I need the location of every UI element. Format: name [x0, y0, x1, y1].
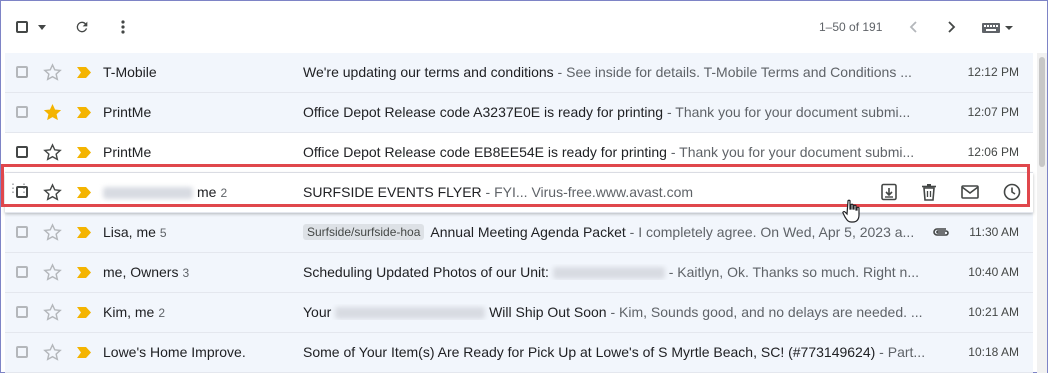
- star-outline-icon[interactable]: [43, 63, 62, 82]
- keyboard-icon[interactable]: [981, 22, 1015, 34]
- row-checkbox[interactable]: [16, 106, 28, 118]
- more-vert-icon[interactable]: [115, 18, 131, 36]
- subject: Office Depot Release code EB8EE54E is re…: [303, 144, 667, 160]
- thread-count: 5: [159, 226, 167, 240]
- timestamp: 12:12 PM: [967, 65, 1019, 79]
- email-row[interactable]: Kim, me 2 Your Will Ship Out Soon - Kim, …: [5, 293, 1033, 333]
- sender: T-Mobile: [103, 64, 157, 80]
- important-marker-icon[interactable]: [77, 267, 91, 278]
- row-checkbox[interactable]: [16, 66, 28, 78]
- thread-count: 2: [220, 186, 228, 200]
- pagination-count: 1–50 of 191: [819, 20, 883, 34]
- important-marker-icon[interactable]: [77, 307, 91, 318]
- archive-icon[interactable]: [881, 183, 897, 206]
- email-row[interactable]: me, Owners 3 Scheduling Updated Photos of…: [5, 253, 1033, 293]
- subject: We're updating our terms and conditions: [303, 64, 554, 80]
- star-outline-icon[interactable]: [43, 303, 62, 322]
- snippet: - See inside for details. T-Mobile Terms…: [553, 64, 912, 80]
- chevron-right-icon[interactable]: [945, 20, 959, 34]
- sender: Lowe's Home Improve.: [103, 344, 246, 360]
- refresh-icon[interactable]: [73, 18, 91, 36]
- timestamp: 10:18 AM: [968, 345, 1019, 359]
- sender: PrintMe: [103, 104, 152, 120]
- email-row[interactable]: PrintMe Office Depot Release code A3237E…: [5, 93, 1033, 133]
- email-row-hovered[interactable]: ⋮⋮ me 2 SURFSIDE EVENTS FLYER - FYI... Vi…: [5, 173, 1033, 213]
- sender: me, Owners 3: [103, 264, 190, 280]
- email-row[interactable]: Lisa, me 5 Surfside/surfside-hoa Annual Me…: [5, 213, 1033, 253]
- subject-line: Your Will Ship Out Soon - Kim, Sounds go…: [303, 304, 933, 320]
- scrollbar[interactable]: [1037, 53, 1047, 373]
- row-checkbox[interactable]: [16, 226, 28, 238]
- select-dropdown-caret-icon[interactable]: [37, 23, 47, 31]
- subject: Scheduling Updated Photos of our Unit:: [303, 264, 553, 280]
- label-chip[interactable]: Surfside/surfside-hoa: [303, 224, 425, 240]
- star-filled-icon[interactable]: [43, 103, 62, 122]
- star-outline-icon[interactable]: [43, 143, 62, 162]
- subject: Office Depot Release code A3237E0E is re…: [303, 104, 664, 120]
- toolbar: 1–50 of 191: [1, 1, 1047, 53]
- subject-line: Surfside/surfside-hoa Annual Meeting Agen…: [303, 224, 925, 241]
- snippet: - FYI... Virus-free.www.avast.com: [481, 184, 694, 200]
- timestamp: 12:06 PM: [967, 145, 1019, 159]
- snippet: - Thank you for your document submi...: [666, 144, 915, 160]
- email-row[interactable]: PrintMe Office Depot Release code EB8EE5…: [5, 133, 1033, 173]
- row-checkbox[interactable]: [16, 186, 28, 198]
- subject: Your: [303, 304, 336, 320]
- thread-count: 2: [158, 306, 166, 320]
- important-marker-icon[interactable]: [77, 107, 91, 118]
- important-marker-icon[interactable]: [77, 187, 91, 198]
- subject-line: SURFSIDE EVENTS FLYER - FYI... Virus-fre…: [303, 184, 863, 200]
- snippet: - Thank you for your document submi...: [663, 104, 911, 120]
- star-outline-icon[interactable]: [43, 183, 62, 202]
- row-checkbox[interactable]: [16, 306, 28, 318]
- snippet: - I completely agree. On Wed, Apr 5, 202…: [625, 224, 915, 240]
- row-checkbox[interactable]: [16, 266, 28, 278]
- important-marker-icon[interactable]: [77, 347, 91, 358]
- snippet: - Part...: [875, 344, 926, 360]
- timestamp: 11:30 AM: [969, 225, 1019, 239]
- hover-actions: [877, 183, 1027, 203]
- scrollbar-thumb[interactable]: [1039, 57, 1045, 167]
- timestamp: 10:21 AM: [968, 305, 1019, 319]
- hand-cursor-icon: [842, 199, 860, 223]
- attachment-icon[interactable]: [931, 225, 951, 239]
- important-marker-icon[interactable]: [77, 227, 91, 238]
- subject-line: Some of Your Item(s) Are Ready for Pick …: [303, 344, 933, 360]
- email-row[interactable]: Lowe's Home Improve. Some of Your Item(s…: [5, 333, 1033, 373]
- snippet: - Kaitlyn, Ok. Thanks so much. Right n..…: [664, 264, 920, 280]
- email-row[interactable]: T-Mobile We're updating our terms and co…: [5, 53, 1033, 93]
- star-outline-icon[interactable]: [43, 223, 62, 242]
- important-marker-icon[interactable]: [77, 67, 91, 78]
- subject-continued: Will Ship Out Soon: [485, 304, 607, 320]
- subject: Some of Your Item(s) Are Ready for Pick …: [303, 344, 876, 360]
- row-checkbox[interactable]: [16, 146, 28, 158]
- subject: SURFSIDE EVENTS FLYER: [303, 184, 482, 200]
- timestamp: 10:40 AM: [968, 265, 1019, 279]
- redacted-text: [552, 267, 665, 280]
- chevron-left-icon[interactable]: [906, 20, 920, 34]
- mark-unread-icon[interactable]: [961, 185, 979, 204]
- important-marker-icon[interactable]: [77, 147, 91, 158]
- sender: me 2: [103, 184, 227, 200]
- subject-line: We're updating our terms and conditions …: [303, 64, 933, 80]
- delete-icon[interactable]: [921, 183, 937, 206]
- redacted-text: [335, 307, 486, 320]
- sender: Kim, me 2: [103, 304, 166, 320]
- timestamp: 12:07 PM: [967, 105, 1019, 119]
- subject: Annual Meeting Agenda Packet: [430, 224, 626, 240]
- select-all-checkbox[interactable]: [15, 20, 29, 34]
- row-checkbox[interactable]: [16, 346, 28, 358]
- redacted-sender: [103, 187, 193, 200]
- snooze-icon[interactable]: [1003, 183, 1021, 206]
- star-outline-icon[interactable]: [43, 343, 62, 362]
- sender: PrintMe: [103, 144, 152, 160]
- sender: Lisa, me 5: [103, 224, 167, 240]
- snippet: - Kim, Sounds good, and no delays are ne…: [606, 304, 923, 320]
- subject-line: Office Depot Release code EB8EE54E is re…: [303, 144, 933, 160]
- subject-line: Office Depot Release code A3237E0E is re…: [303, 104, 933, 120]
- subject-line: Scheduling Updated Photos of our Unit: -…: [303, 264, 933, 280]
- star-outline-icon[interactable]: [43, 263, 62, 282]
- thread-count: 3: [182, 266, 190, 280]
